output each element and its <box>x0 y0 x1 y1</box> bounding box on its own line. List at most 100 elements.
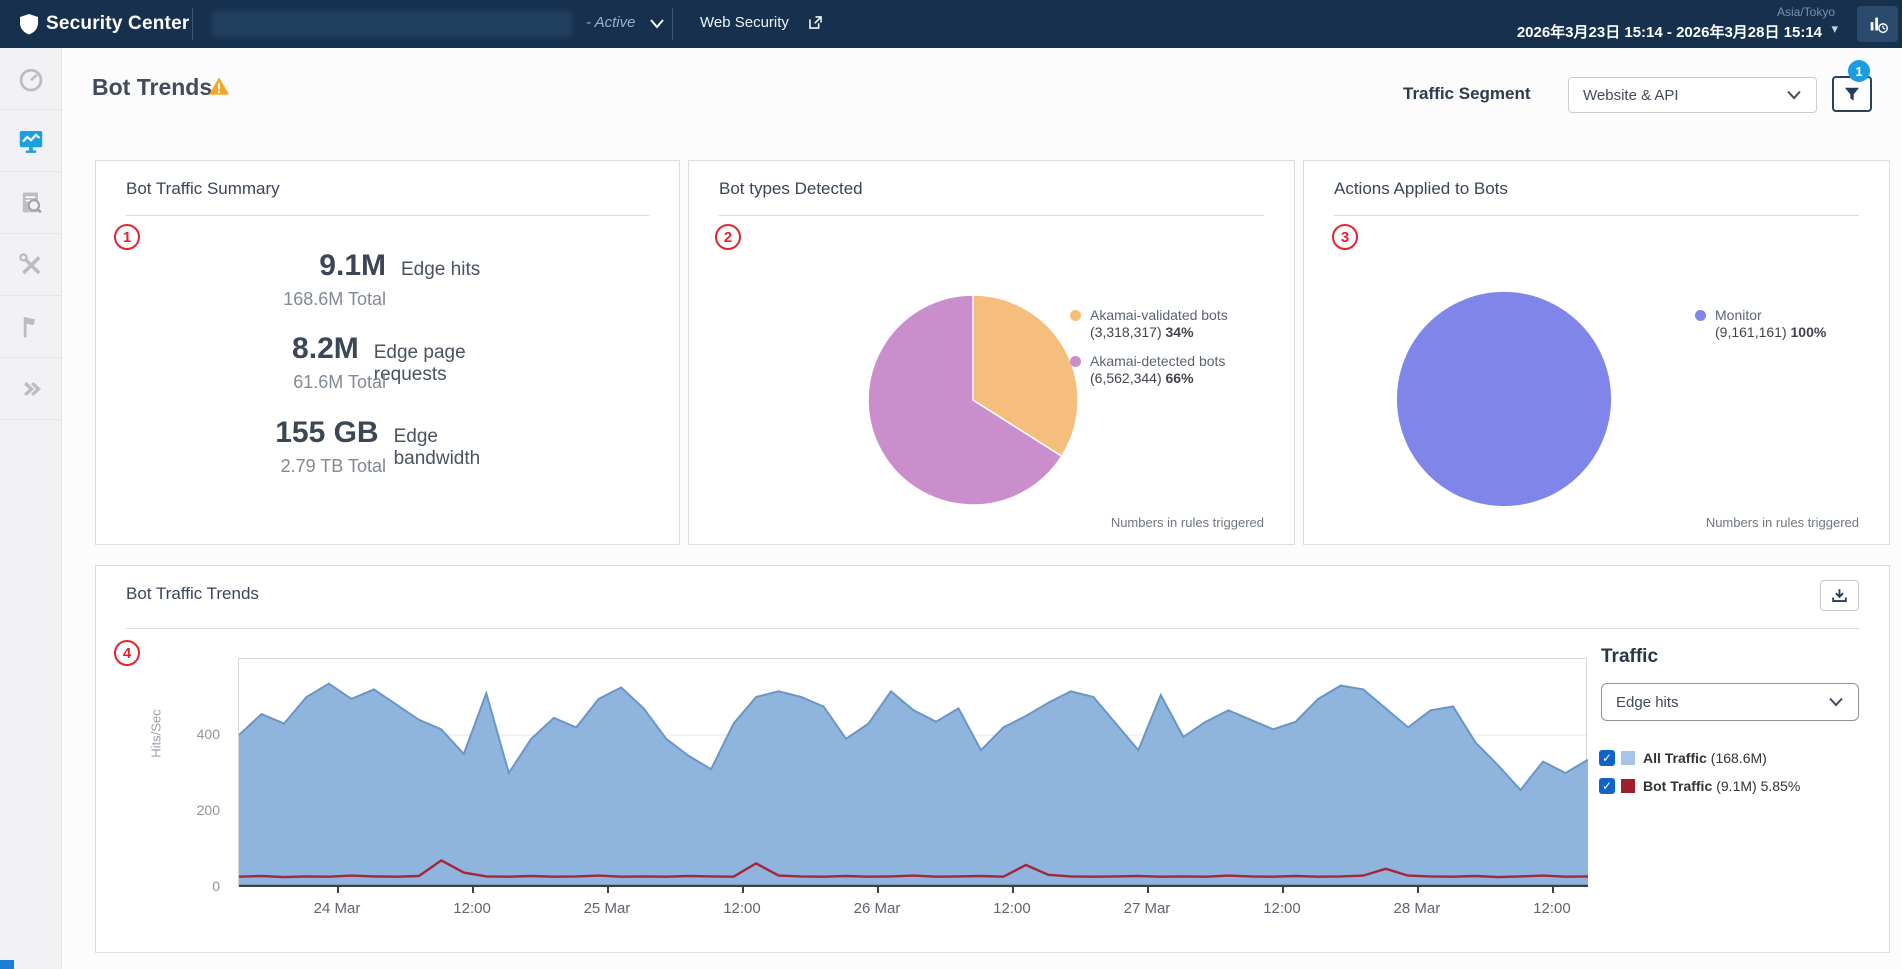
legend-pct: 100% <box>1791 324 1827 340</box>
sidebar-item-analytics[interactable] <box>0 172 61 234</box>
legend-dot <box>1695 310 1706 321</box>
sidebar-item-expand[interactable] <box>0 358 61 420</box>
sidebar-item-monitoring[interactable] <box>0 110 61 172</box>
traffic-segment-select[interactable]: Website & API <box>1568 77 1817 113</box>
bot-traffic-summary-card: Bot Traffic Summary 9.1M Edge hits 168.6… <box>95 160 680 545</box>
warning-icon[interactable] <box>208 76 230 96</box>
legend-pct: 66% <box>1166 370 1194 386</box>
stat-total: 2.79 TB Total <box>126 456 386 477</box>
chevron-down-icon <box>1828 697 1844 707</box>
stat-value: 8.2M <box>126 332 359 366</box>
filter-funnel-icon <box>1842 84 1862 104</box>
filter-count-badge: 1 <box>1848 60 1870 82</box>
topbar-divider <box>672 8 673 40</box>
legend-item[interactable]: Akamai-detected bots (6,562,344) 66% <box>1070 353 1228 387</box>
series-swatch <box>1621 779 1635 793</box>
legend-item[interactable]: Akamai-validated bots (3,318,317) 34% <box>1070 307 1228 341</box>
bot-types-pie-chart[interactable] <box>862 289 1084 511</box>
x-tick-label: 26 Mar <box>842 900 912 917</box>
tools-icon <box>17 251 45 279</box>
top-bar: Security Center - Active Web Security As… <box>0 0 1902 48</box>
main-content: Bot Trends Traffic Segment Website & API… <box>62 48 1902 969</box>
card-title: Bot types Detected <box>719 179 863 199</box>
traffic-trends-chart[interactable] <box>238 658 1587 886</box>
series-swatch <box>1621 751 1635 765</box>
stat-value: 155 GB <box>126 416 379 450</box>
x-tick-label: 12:00 <box>977 900 1047 917</box>
report-toolbar-button[interactable] <box>1857 6 1898 42</box>
actions-pie-chart[interactable] <box>1390 285 1618 513</box>
checkbox-checked[interactable]: ✓ <box>1599 750 1615 766</box>
metric-select[interactable]: Edge hits <box>1601 683 1859 721</box>
actions-applied-card: Actions Applied to Bots Monitor (9,161,1… <box>1303 160 1890 545</box>
caret-down-icon[interactable]: ▾ <box>1831 21 1838 37</box>
filter-button[interactable] <box>1832 76 1872 112</box>
legend-name: Monitor <box>1715 307 1826 324</box>
y-tick-label: 0 <box>182 878 220 894</box>
x-tick-label: 24 Mar <box>302 900 372 917</box>
redacted-config-name <box>212 11 572 37</box>
series-detail: (9.1M) 5.85% <box>1716 778 1800 794</box>
card-title: Bot Traffic Trends <box>126 584 259 604</box>
app-title: Security Center <box>46 13 189 35</box>
footnote: Numbers in rules triggered <box>1706 515 1859 530</box>
annotation-2: 2 <box>715 224 741 250</box>
stat-total: 168.6M Total <box>126 289 386 310</box>
legend-pct: 34% <box>1166 324 1194 340</box>
toggle-all-traffic[interactable]: ✓ All Traffic (168.6M) <box>1599 749 1767 767</box>
legend-item[interactable]: Monitor (9,161,161) 100% <box>1695 307 1826 341</box>
bot-traffic-trends-card: Bot Traffic Trends Hits/Sec 0200400 24 M… <box>95 565 1890 953</box>
pie-legend: Monitor (9,161,161) 100% <box>1695 307 1826 353</box>
annotation-4: 4 <box>114 640 140 666</box>
date-range-picker[interactable]: 2026年3月23日 15:14 - 2026年3月28日 15:14 <box>1517 21 1822 42</box>
x-tick-label: 28 Mar <box>1382 900 1452 917</box>
divider <box>719 215 1264 216</box>
legend-dot <box>1070 356 1081 367</box>
metric-value: Edge hits <box>1616 694 1679 711</box>
legend-name: Akamai-detected bots <box>1090 353 1228 370</box>
stat-value: 9.1M <box>126 249 386 283</box>
traffic-panel-title: Traffic <box>1601 646 1658 668</box>
bot-types-detected-card: Bot types Detected Akamai-validated bots… <box>688 160 1295 545</box>
traffic-segment-value: Website & API <box>1583 87 1679 104</box>
expand-icon <box>17 375 45 403</box>
traffic-segment-label: Traffic Segment <box>1403 84 1531 104</box>
pie-legend: Akamai-validated bots (3,318,317) 34% Ak… <box>1070 307 1228 399</box>
web-security-link[interactable]: Web Security <box>700 14 789 31</box>
gauge-icon <box>17 65 45 93</box>
stat-label: Edge hits <box>386 259 480 281</box>
legend-count: (9,161,161) <box>1715 324 1787 340</box>
chart-clock-icon <box>1867 13 1889 35</box>
sidebar-item-tools[interactable] <box>0 234 61 296</box>
y-tick-label: 400 <box>182 726 220 742</box>
monitor-chart-icon <box>16 126 46 156</box>
series-name: All Traffic <box>1643 750 1707 766</box>
card-title: Actions Applied to Bots <box>1334 179 1508 199</box>
legend-count: (3,318,317) <box>1090 324 1162 340</box>
external-link-icon[interactable] <box>806 13 825 32</box>
annotation-3: 3 <box>1332 224 1358 250</box>
x-tick-label: 12:00 <box>437 900 507 917</box>
checkbox-checked[interactable]: ✓ <box>1599 778 1615 794</box>
series-name: Bot Traffic <box>1643 778 1712 794</box>
y-tick-label: 200 <box>182 802 220 818</box>
timezone-label: Asia/Tokyo <box>1777 5 1835 19</box>
legend-count: (6,562,344) <box>1090 370 1162 386</box>
sidebar-item-flags[interactable] <box>0 296 61 358</box>
card-title: Bot Traffic Summary <box>126 179 280 199</box>
chevron-down-icon[interactable] <box>649 18 665 30</box>
corner-widget[interactable] <box>0 960 14 969</box>
sidebar-item-dashboard[interactable] <box>0 48 61 110</box>
x-axis-tickmarks <box>238 886 1587 894</box>
legend-name: Akamai-validated bots <box>1090 307 1228 324</box>
left-nav-sidebar <box>0 48 62 969</box>
download-icon <box>1830 586 1849 605</box>
legend-dot <box>1070 310 1081 321</box>
toggle-bot-traffic[interactable]: ✓ Bot Traffic (9.1M) 5.85% <box>1599 777 1800 795</box>
download-button[interactable] <box>1820 580 1859 611</box>
x-tick-label: 12:00 <box>1247 900 1317 917</box>
x-tick-label: 12:00 <box>1517 900 1587 917</box>
flag-icon <box>17 313 45 341</box>
shield-icon <box>17 12 41 36</box>
annotation-1: 1 <box>114 224 140 250</box>
